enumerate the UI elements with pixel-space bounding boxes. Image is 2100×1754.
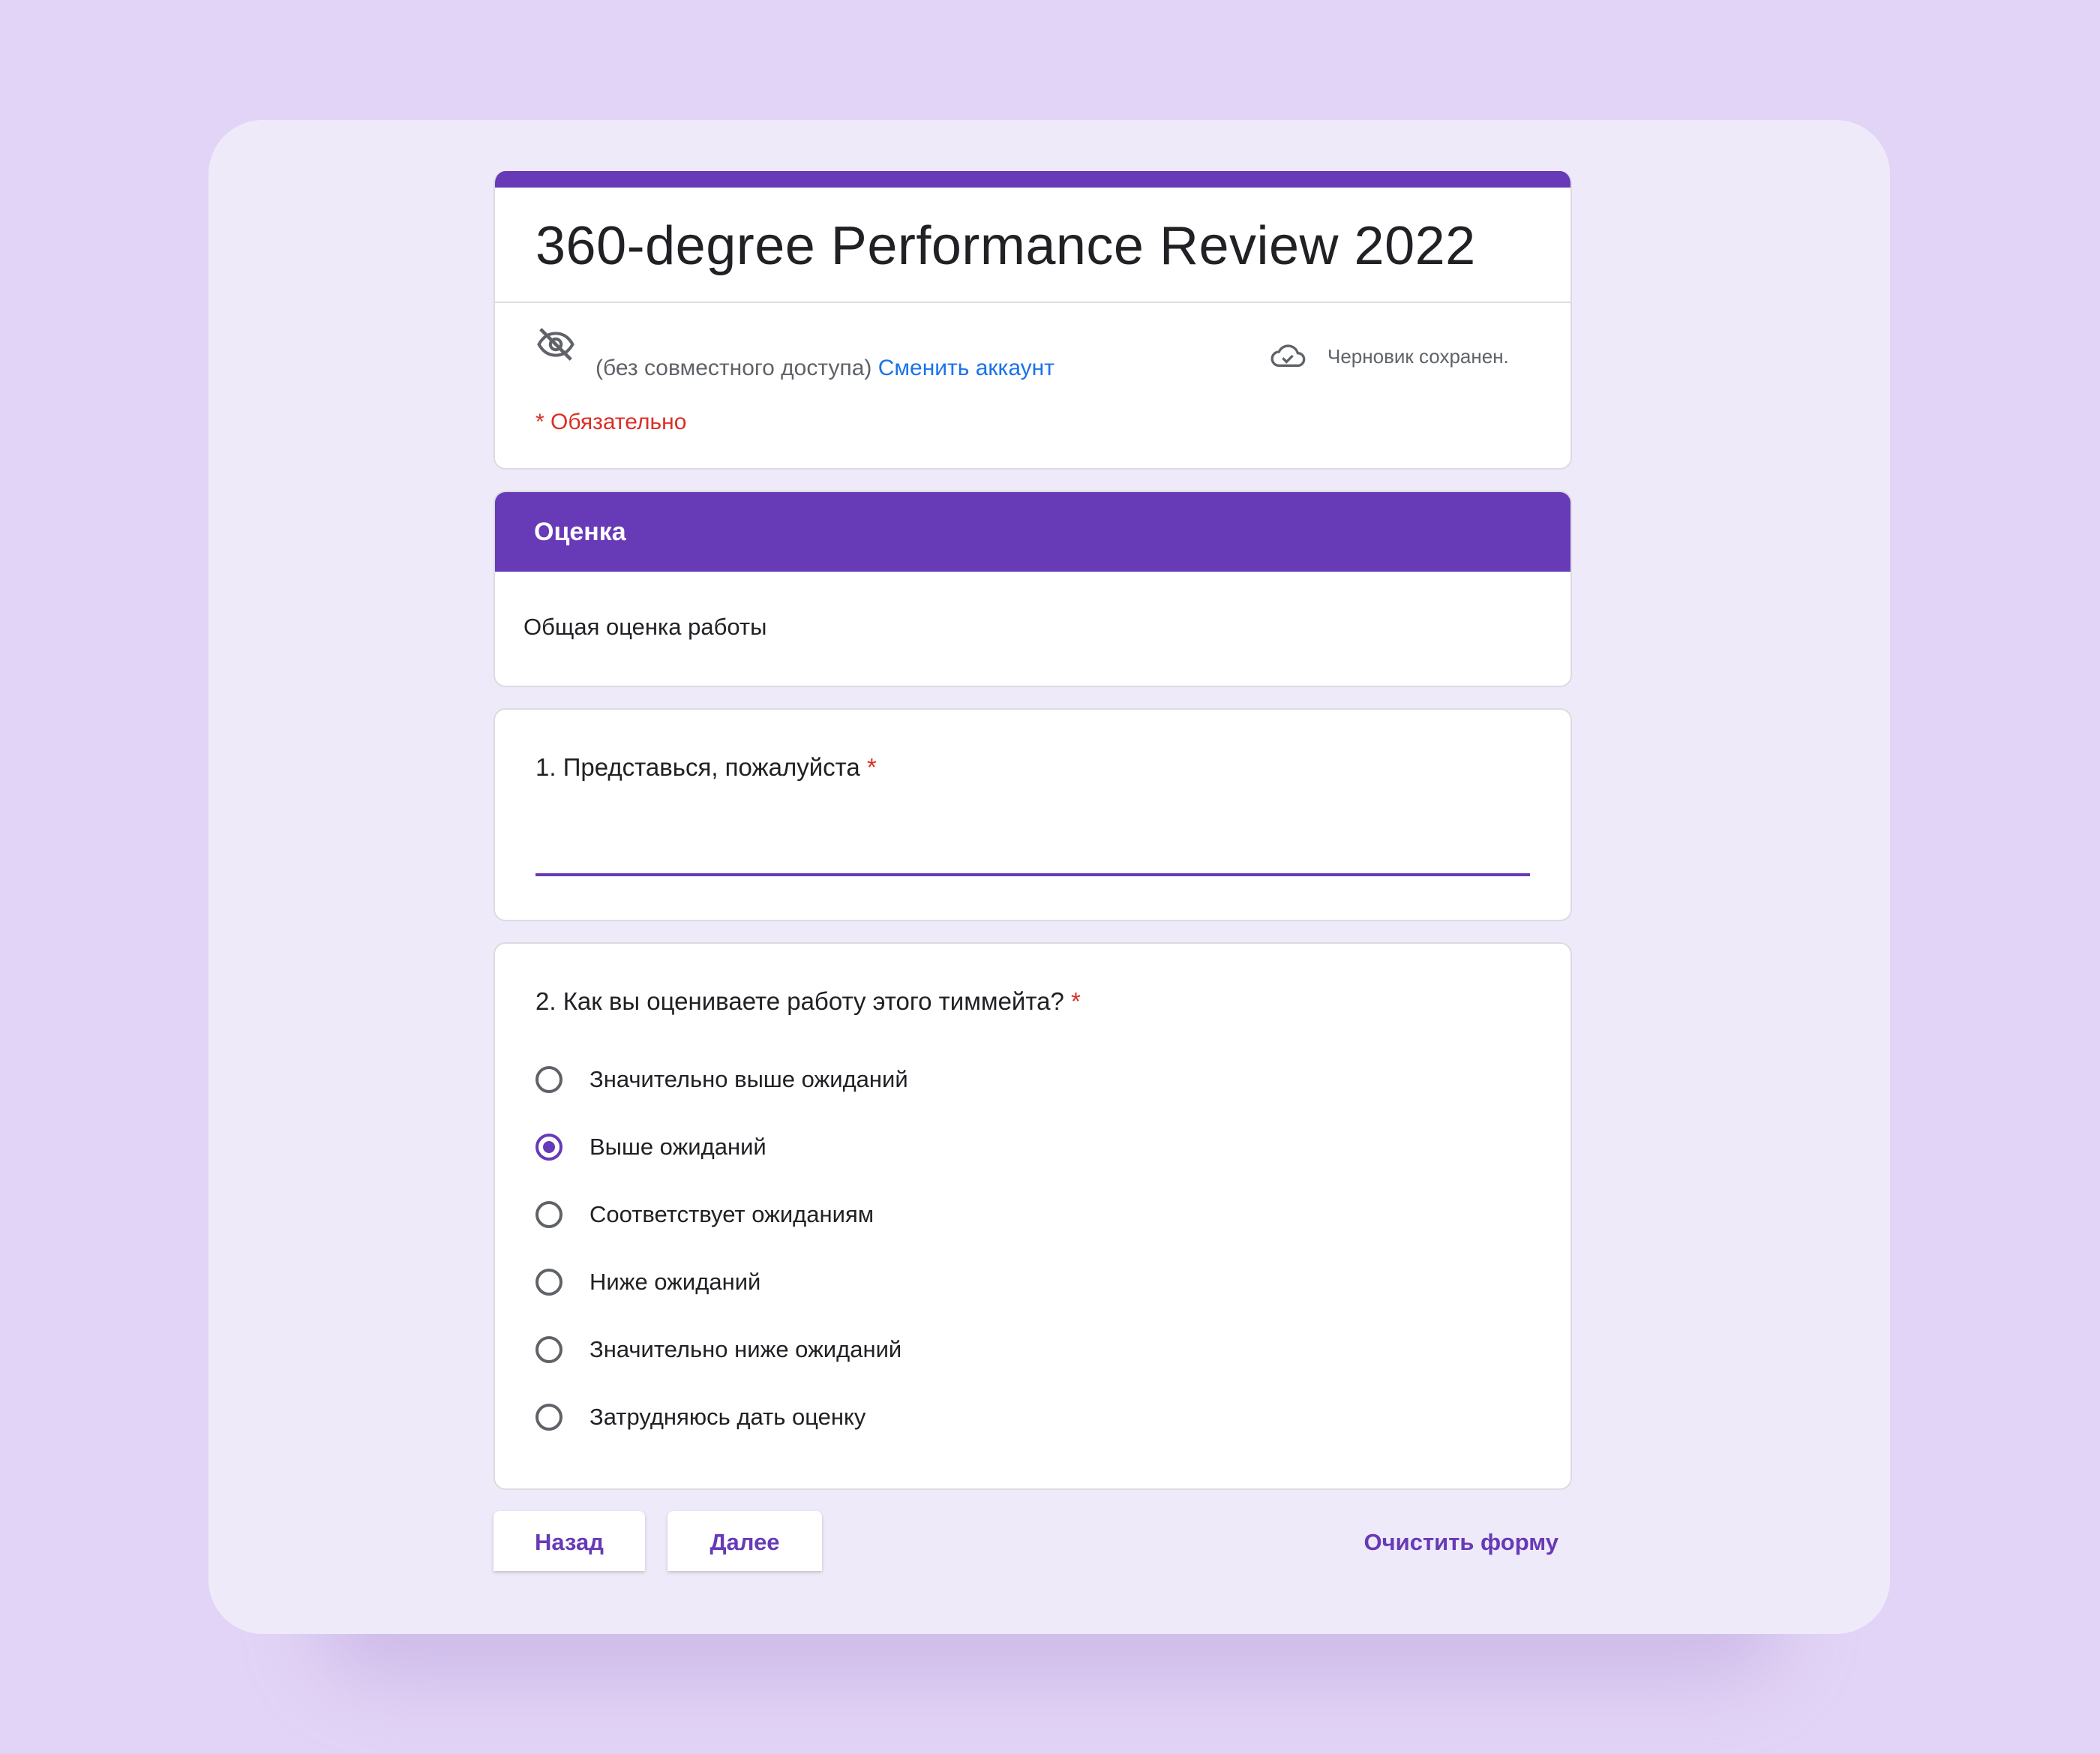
- cloud-check-icon: [1270, 344, 1306, 367]
- radio-option[interactable]: Значительно выше ожиданий: [536, 1046, 1530, 1113]
- form-footer: Назад Далее Очистить форму: [494, 1511, 1572, 1571]
- option-label: Соответствует ожиданиям: [590, 1201, 874, 1227]
- form-title: 360-degree Performance Review 2022: [536, 216, 1476, 276]
- required-asterisk: *: [866, 753, 877, 781]
- radio-option[interactable]: Затрудняюсь дать оценку: [536, 1383, 1530, 1451]
- radio-button[interactable]: [536, 1066, 562, 1093]
- google-form: 360-degree Performance Review 2022 (без …: [494, 171, 1572, 1571]
- draft-status: Черновик сохранен.: [1328, 345, 1509, 368]
- accent-bar: [495, 171, 1570, 188]
- question-name-card: 1. Представься, пожалуйста *: [494, 708, 1572, 921]
- required-note: * Обязательно: [536, 410, 687, 434]
- section-title: Оценка: [495, 492, 1570, 572]
- radio-option[interactable]: Выше ожиданий: [536, 1113, 1530, 1181]
- radio-option[interactable]: Значительно ниже ожиданий: [536, 1316, 1530, 1383]
- back-button[interactable]: Назад: [494, 1511, 645, 1571]
- option-label: Затрудняюсь дать оценку: [590, 1404, 866, 1430]
- radio-button[interactable]: [536, 1134, 562, 1161]
- name-input[interactable]: [536, 828, 1530, 876]
- question-title: 2. Как вы оцениваете работу этого тиммей…: [536, 987, 1530, 1016]
- form-meta: (без совместного доступа) Сменить аккаун…: [495, 303, 1570, 468]
- rating-options: Значительно выше ожиданий Выше ожиданий …: [536, 1046, 1530, 1451]
- radio-button[interactable]: [536, 1269, 562, 1296]
- radio-button[interactable]: [536, 1201, 562, 1228]
- required-asterisk: *: [1070, 987, 1081, 1015]
- option-label: Значительно выше ожиданий: [590, 1066, 908, 1092]
- account-status-text: (без совместного доступа): [596, 356, 872, 380]
- option-label: Значительно ниже ожиданий: [590, 1336, 902, 1362]
- radio-button[interactable]: [536, 1336, 562, 1363]
- switch-account-link[interactable]: Сменить аккаунт: [878, 356, 1054, 380]
- eye-off-icon: [537, 328, 574, 361]
- account-status: (без совместного доступа) Сменить аккаун…: [596, 356, 1054, 381]
- form-panel: 360-degree Performance Review 2022 (без …: [208, 120, 1890, 1634]
- question-rating-card: 2. Как вы оцениваете работу этого тиммей…: [494, 942, 1572, 1490]
- option-label: Ниже ожиданий: [590, 1269, 761, 1295]
- section-description: Общая оценка работы: [524, 614, 767, 640]
- radio-option[interactable]: Соответствует ожиданиям: [536, 1181, 1530, 1248]
- next-button[interactable]: Далее: [668, 1511, 822, 1571]
- question-text: 1. Представься, пожалуйста: [536, 753, 860, 781]
- radio-button[interactable]: [536, 1404, 562, 1431]
- clear-form-button[interactable]: Очистить форму: [1364, 1511, 1558, 1574]
- option-label: Выше ожиданий: [590, 1134, 766, 1160]
- section-card: Оценка Общая оценка работы: [494, 491, 1572, 687]
- question-title: 1. Представься, пожалуйста *: [536, 753, 1530, 782]
- question-text: 2. Как вы оцениваете работу этого тиммей…: [536, 987, 1064, 1015]
- form-header-card: 360-degree Performance Review 2022 (без …: [494, 171, 1572, 470]
- radio-option[interactable]: Ниже ожиданий: [536, 1248, 1530, 1316]
